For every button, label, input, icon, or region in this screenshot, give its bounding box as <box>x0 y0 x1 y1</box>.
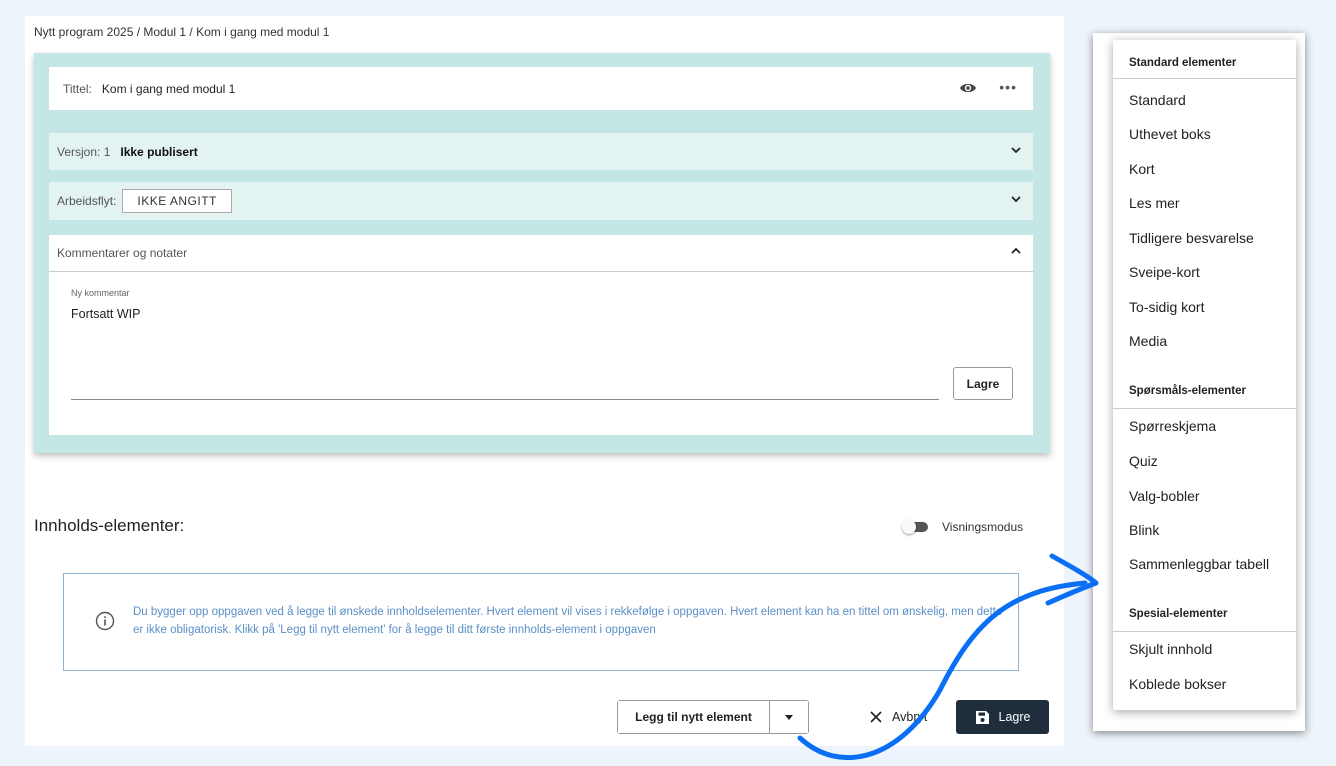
chevron-down-icon[interactable] <box>1011 145 1021 155</box>
save-icon <box>975 710 989 724</box>
save-button[interactable]: Lagre <box>956 700 1049 734</box>
close-icon <box>870 711 882 723</box>
chevron-up-icon[interactable] <box>1011 246 1021 256</box>
add-element-button[interactable]: Legg til nytt element <box>618 701 770 733</box>
view-mode-label: Visningsmodus <box>942 520 1024 534</box>
version-status: Ikke publisert <box>120 144 198 159</box>
workflow-row[interactable]: Arbeidsflyt: IKKE ANGITT <box>49 182 1033 220</box>
menu-item[interactable]: Valg-bobler <box>1129 488 1200 504</box>
comment-save-button[interactable]: Lagre <box>953 367 1013 400</box>
comments-panel: Kommentarer og notater Ny kommentar Fort… <box>49 235 1033 435</box>
menu-item[interactable]: Spørreskjema <box>1129 418 1216 434</box>
menu-item[interactable]: Koblede bokser <box>1129 676 1226 692</box>
editor-panel: Nytt program 2025 / Modul 1 / Kom i gang… <box>25 16 1064 746</box>
metadata-box: Tittel: Kom i gang med modul 1 ••• Versj… <box>34 53 1050 453</box>
menu-divider <box>1113 78 1296 79</box>
menu-item[interactable]: Quiz <box>1129 453 1158 469</box>
breadcrumb[interactable]: Nytt program 2025 / Modul 1 / Kom i gang… <box>34 25 329 39</box>
comments-header-label: Kommentarer og notater <box>57 246 188 260</box>
menu-item[interactable]: Sammenleggbar tabell <box>1129 556 1269 572</box>
content-section-title: Innholds-elementer: <box>34 516 185 535</box>
menu-item[interactable]: Standard <box>1129 92 1186 108</box>
add-element-split-button[interactable]: Legg til nytt element <box>617 700 809 734</box>
info-icon <box>95 611 115 631</box>
menu-item[interactable]: Tidligere besvarelse <box>1129 230 1254 246</box>
title-label: Tittel: <box>63 81 92 96</box>
comment-field-label: Ny kommentar <box>71 288 130 298</box>
menu-item[interactable]: To-sidig kort <box>1129 299 1204 315</box>
cancel-label: Avbryt <box>892 710 928 724</box>
version-row[interactable]: Versjon: 1 Ikke publisert <box>49 133 1033 170</box>
menu-item[interactable]: Uthevet boks <box>1129 126 1211 142</box>
version-label: Versjon: 1 <box>57 144 111 159</box>
menu-item[interactable]: Kort <box>1129 161 1155 177</box>
comment-input-underline <box>71 399 939 400</box>
save-label: Lagre <box>998 710 1031 724</box>
title-row[interactable]: Tittel: Kom i gang med modul 1 ••• <box>49 67 1033 110</box>
menu-group-title: Spørsmåls-elementer <box>1129 385 1246 397</box>
comments-header[interactable]: Kommentarer og notater <box>49 235 1033 272</box>
element-type-dropdown: Standard elementer Standard Uthevet boks Ko… <box>1113 40 1296 710</box>
add-element-dropdown-toggle[interactable] <box>770 701 808 733</box>
info-box: Du bygger opp oppgaven ved å legge til ø… <box>63 573 1019 671</box>
menu-divider <box>1113 408 1296 409</box>
toggle-knob <box>902 520 916 534</box>
menu-divider <box>1113 631 1296 632</box>
menu-item[interactable]: Media <box>1129 333 1167 349</box>
menu-group-title: Spesial-elementer <box>1129 608 1228 620</box>
cancel-button[interactable]: Avbryt <box>870 706 927 728</box>
title-value[interactable]: Kom i gang med modul 1 <box>102 82 235 96</box>
menu-item[interactable]: Sveipe-kort <box>1129 264 1200 280</box>
eye-icon[interactable] <box>959 81 977 95</box>
menu-item[interactable]: Les mer <box>1129 195 1180 211</box>
view-mode-toggle[interactable] <box>902 520 932 534</box>
workflow-label: Arbeidsflyt: <box>57 194 117 208</box>
comment-input[interactable]: Fortsatt WIP <box>71 307 140 321</box>
info-text: Du bygger opp oppgaven ved å legge til ø… <box>133 606 1003 636</box>
more-options-icon[interactable]: ••• <box>999 79 1017 95</box>
workflow-status-badge[interactable]: IKKE ANGITT <box>122 189 232 213</box>
caret-down-icon <box>785 715 793 720</box>
menu-item[interactable]: Blink <box>1129 522 1159 538</box>
menu-group-title: Standard elementer <box>1129 57 1237 69</box>
menu-item[interactable]: Skjult innhold <box>1129 641 1212 657</box>
chevron-down-icon[interactable] <box>1011 194 1021 204</box>
